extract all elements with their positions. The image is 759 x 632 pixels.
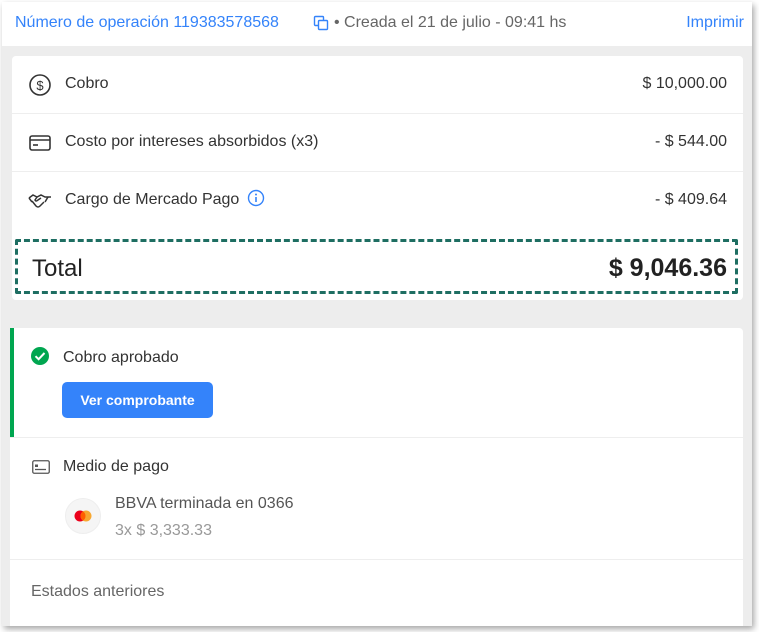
status-card: Cobro aprobado Ver comprobante Medio de …: [10, 328, 743, 626]
approved-status-bar: [10, 328, 14, 437]
row-label: Cargo de Mercado Pago: [65, 189, 265, 209]
payment-detail-frame: Número de operación 119383578568 • Cread…: [2, 2, 752, 626]
summary-card: $ Cobro $ 10,000.00 Costo por intereses …: [12, 56, 743, 300]
divider: [10, 437, 743, 438]
total-highlight: Total $ 9,046.36: [15, 239, 738, 294]
previous-states-link[interactable]: Estados anteriores: [31, 583, 164, 601]
row-label: Costo por intereses absorbidos (x3): [65, 133, 319, 150]
row-interest-cost: Costo por intereses absorbidos (x3) - $ …: [12, 114, 743, 172]
mastercard-icon: [65, 498, 101, 534]
total-label: Total: [32, 255, 83, 282]
card-icon: [32, 460, 50, 474]
row-cobro: $ Cobro $ 10,000.00: [12, 56, 743, 114]
copy-icon[interactable]: [313, 15, 329, 31]
created-date: • Creada el 21 de julio - 09:41 hs: [334, 14, 567, 31]
info-icon[interactable]: [247, 189, 265, 207]
row-label: Cobro: [65, 75, 109, 92]
dollar-circle-icon: $: [29, 74, 51, 96]
svg-text:$: $: [36, 78, 44, 93]
payment-method-title: Medio de pago: [63, 458, 169, 475]
row-mercado-pago-fee: Cargo de Mercado Pago - $ 409.64: [12, 172, 743, 230]
view-receipt-button[interactable]: Ver comprobante: [62, 382, 213, 418]
print-link[interactable]: Imprimir: [686, 14, 744, 32]
divider: [10, 559, 743, 560]
row-amount: $ 10,000.00: [642, 75, 727, 92]
credit-card-icon: [29, 135, 51, 151]
total-amount: $ 9,046.36: [608, 254, 727, 282]
operation-header: Número de operación 119383578568 • Cread…: [2, 2, 752, 46]
installments-text: 3x $ 3,333.33: [115, 522, 212, 539]
operation-number-link[interactable]: Número de operación 119383578568: [15, 14, 279, 32]
status-title: Cobro aprobado: [63, 349, 179, 366]
card-description: BBVA terminada en 0366: [115, 495, 294, 512]
row-label-text: Cargo de Mercado Pago: [65, 191, 240, 208]
handshake-icon: [28, 194, 51, 208]
row-amount: - $ 409.64: [654, 191, 727, 208]
row-amount: - $ 544.00: [654, 133, 727, 150]
check-circle-icon: [31, 347, 49, 365]
